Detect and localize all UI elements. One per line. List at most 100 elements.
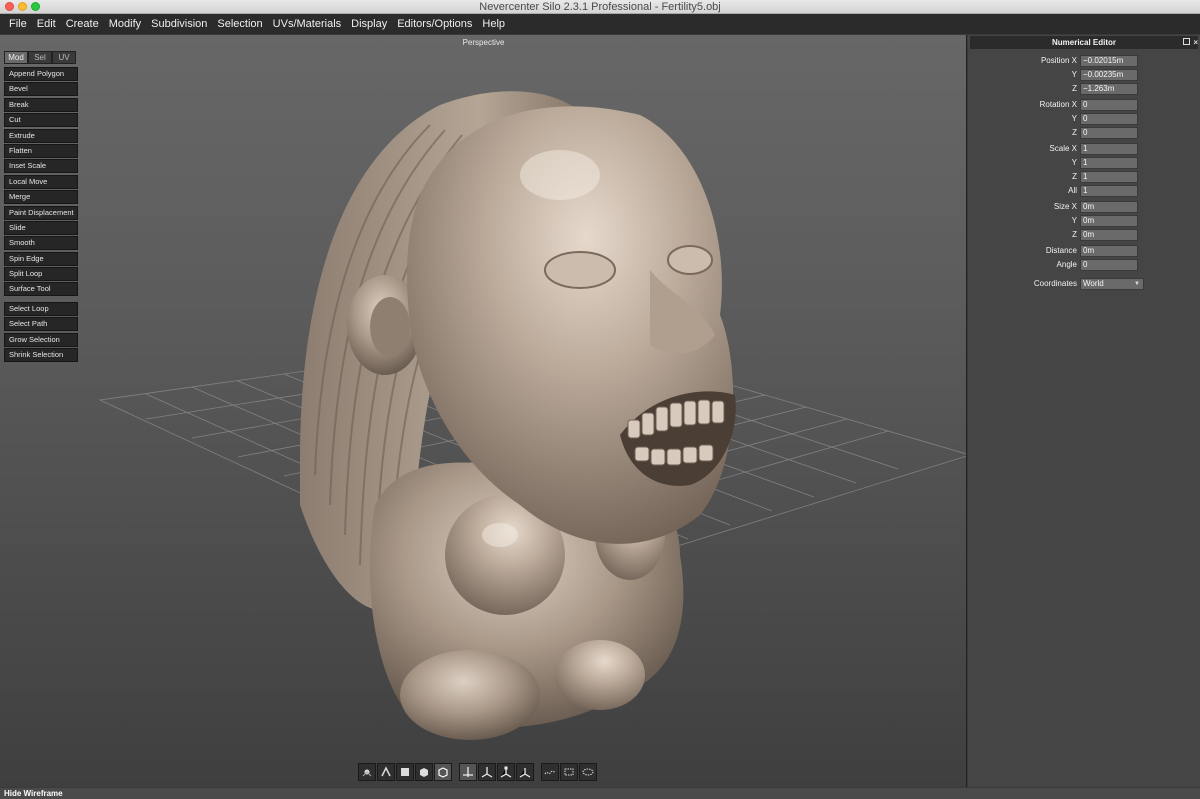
numeric-row: Rotation X0: [968, 99, 1200, 111]
tab-uv[interactable]: UV: [52, 51, 76, 64]
break-button[interactable]: Break: [4, 97, 78, 112]
slide-button[interactable]: Slide: [4, 220, 78, 235]
menu-modify[interactable]: Modify: [104, 14, 146, 34]
numeric-label: Rotation X: [1039, 100, 1077, 109]
numeric-field[interactable]: 0: [1080, 259, 1138, 271]
numeric-row: Scale X1: [968, 143, 1200, 155]
select-loop-button[interactable]: Select Loop: [4, 302, 78, 316]
object-mode-icon: [420, 768, 428, 777]
surface-tool-button[interactable]: Surface Tool: [4, 282, 78, 297]
window-title: Nevercenter Silo 2.3.1 Professional - Fe…: [479, 1, 721, 13]
lasso-select-button[interactable]: [541, 763, 559, 781]
extrude-button[interactable]: Extrude: [4, 128, 78, 143]
numeric-field[interactable]: 0: [1080, 127, 1138, 139]
full-object-mode-icon: [438, 767, 448, 778]
menu-display[interactable]: Display: [346, 14, 392, 34]
spin-edge-button[interactable]: Spin Edge: [4, 251, 78, 266]
numeric-row: Z −1.263m: [968, 83, 1200, 95]
menu-help[interactable]: Help: [477, 14, 510, 34]
numeric-row: Angle 0: [968, 259, 1200, 271]
menu-file[interactable]: File: [4, 14, 32, 34]
numeric-field[interactable]: −0.00235m: [1080, 69, 1138, 81]
menu-edit[interactable]: Edit: [32, 14, 61, 34]
numeric-row: Position X −0.02015m: [968, 55, 1200, 67]
menu-subdivision[interactable]: Subdivision: [146, 14, 212, 34]
split-loop-button[interactable]: Split Loop: [4, 267, 78, 282]
inset-scale-button[interactable]: Inset Scale: [4, 159, 78, 174]
perspective-viewport[interactable]: Perspective Mod Sel UV Append Polygon Bevel…: [0, 35, 967, 787]
scene-canvas[interactable]: [0, 35, 967, 787]
universal-manipulator-button[interactable]: [516, 763, 534, 781]
vertex-mode-icon: [362, 769, 372, 777]
full-object-mode-button[interactable]: [434, 763, 452, 781]
fertility-idol-model[interactable]: [300, 91, 736, 740]
coordinates-value: World: [1083, 279, 1104, 288]
coordinates-row: Coordinates World ▼: [968, 278, 1200, 290]
menu-selection[interactable]: Selection: [212, 14, 267, 34]
cut-button[interactable]: Cut: [4, 113, 78, 128]
numeric-row: Y −0.00235m: [968, 69, 1200, 81]
face-mode-button[interactable]: [396, 763, 414, 781]
numeric-field[interactable]: −1.263m: [1080, 83, 1138, 95]
numeric-field[interactable]: 0m: [1080, 215, 1138, 227]
coordinates-select[interactable]: World ▼: [1080, 278, 1144, 290]
vertex-mode-button[interactable]: [358, 763, 376, 781]
shrink-selection-button[interactable]: Shrink Selection: [4, 348, 78, 363]
numeric-field[interactable]: 0: [1080, 99, 1138, 111]
numeric-label: Scale X: [1049, 144, 1077, 153]
box-select-button[interactable]: [560, 763, 578, 781]
scale-manipulator-button[interactable]: [497, 763, 515, 781]
paint-displacement-button[interactable]: Paint Displacement: [4, 205, 78, 220]
menu-editors-options[interactable]: Editors/Options: [392, 14, 477, 34]
numeric-row: Z0: [968, 127, 1200, 139]
numeric-row: Y0: [968, 113, 1200, 125]
numeric-field[interactable]: −0.02015m: [1080, 55, 1138, 67]
panel-header: Numerical Editor ×: [970, 36, 1198, 49]
minimize-window-button[interactable]: [18, 2, 27, 11]
numeric-label: Angle: [1056, 260, 1077, 269]
close-window-button[interactable]: [5, 2, 14, 11]
grow-selection-button[interactable]: Grow Selection: [4, 332, 78, 347]
flatten-button[interactable]: Flatten: [4, 143, 78, 158]
numeric-field[interactable]: 1: [1080, 171, 1138, 183]
numeric-field[interactable]: 0m: [1080, 201, 1138, 213]
numeric-field[interactable]: 0m: [1080, 229, 1138, 241]
numeric-label: Y: [1071, 114, 1077, 123]
paint-select-icon: [582, 768, 594, 776]
move-manipulator-icon: [463, 767, 473, 777]
numeric-row: Z1: [968, 171, 1200, 183]
close-panel-icon[interactable]: ×: [1193, 36, 1198, 49]
bevel-button[interactable]: Bevel: [4, 82, 78, 97]
menu-uvs-materials[interactable]: UVs/Materials: [268, 14, 346, 34]
rotate-manipulator-button[interactable]: [478, 763, 496, 781]
smooth-button[interactable]: Smooth: [4, 236, 78, 251]
menu-bar: File Edit Create Modify Subdivision Selection…: [0, 14, 1200, 34]
move-manipulator-button[interactable]: [459, 763, 477, 781]
face-mode-icon: [401, 768, 409, 776]
numeric-label: Y: [1071, 70, 1077, 79]
tab-sel[interactable]: Sel: [28, 51, 52, 64]
numeric-field[interactable]: 1: [1080, 143, 1138, 155]
numeric-field[interactable]: 1: [1080, 185, 1138, 197]
viewport-label: Perspective: [462, 38, 505, 47]
append-polygon-button[interactable]: Append Polygon: [4, 67, 78, 81]
object-mode-button[interactable]: [415, 763, 433, 781]
numeric-field[interactable]: 0: [1080, 113, 1138, 125]
paint-select-button[interactable]: [579, 763, 597, 781]
numeric-field[interactable]: 0m: [1080, 245, 1138, 257]
numeric-label: Z: [1072, 230, 1077, 239]
menu-create[interactable]: Create: [61, 14, 104, 34]
numeric-label: Distance: [1045, 246, 1077, 255]
coordinates-label: Coordinates: [1033, 279, 1077, 288]
undock-panel-icon[interactable]: [1183, 38, 1190, 45]
edge-mode-button[interactable]: [377, 763, 395, 781]
numeric-label: All: [1068, 186, 1077, 195]
numeric-label: Z: [1072, 84, 1077, 93]
select-path-button[interactable]: Select Path: [4, 317, 78, 332]
tab-mod[interactable]: Mod: [4, 51, 28, 64]
local-move-button[interactable]: Local Move: [4, 174, 78, 189]
zoom-window-button[interactable]: [31, 2, 40, 11]
panel-title: Numerical Editor: [1051, 38, 1116, 47]
merge-button[interactable]: Merge: [4, 190, 78, 205]
numeric-field[interactable]: 1: [1080, 157, 1138, 169]
